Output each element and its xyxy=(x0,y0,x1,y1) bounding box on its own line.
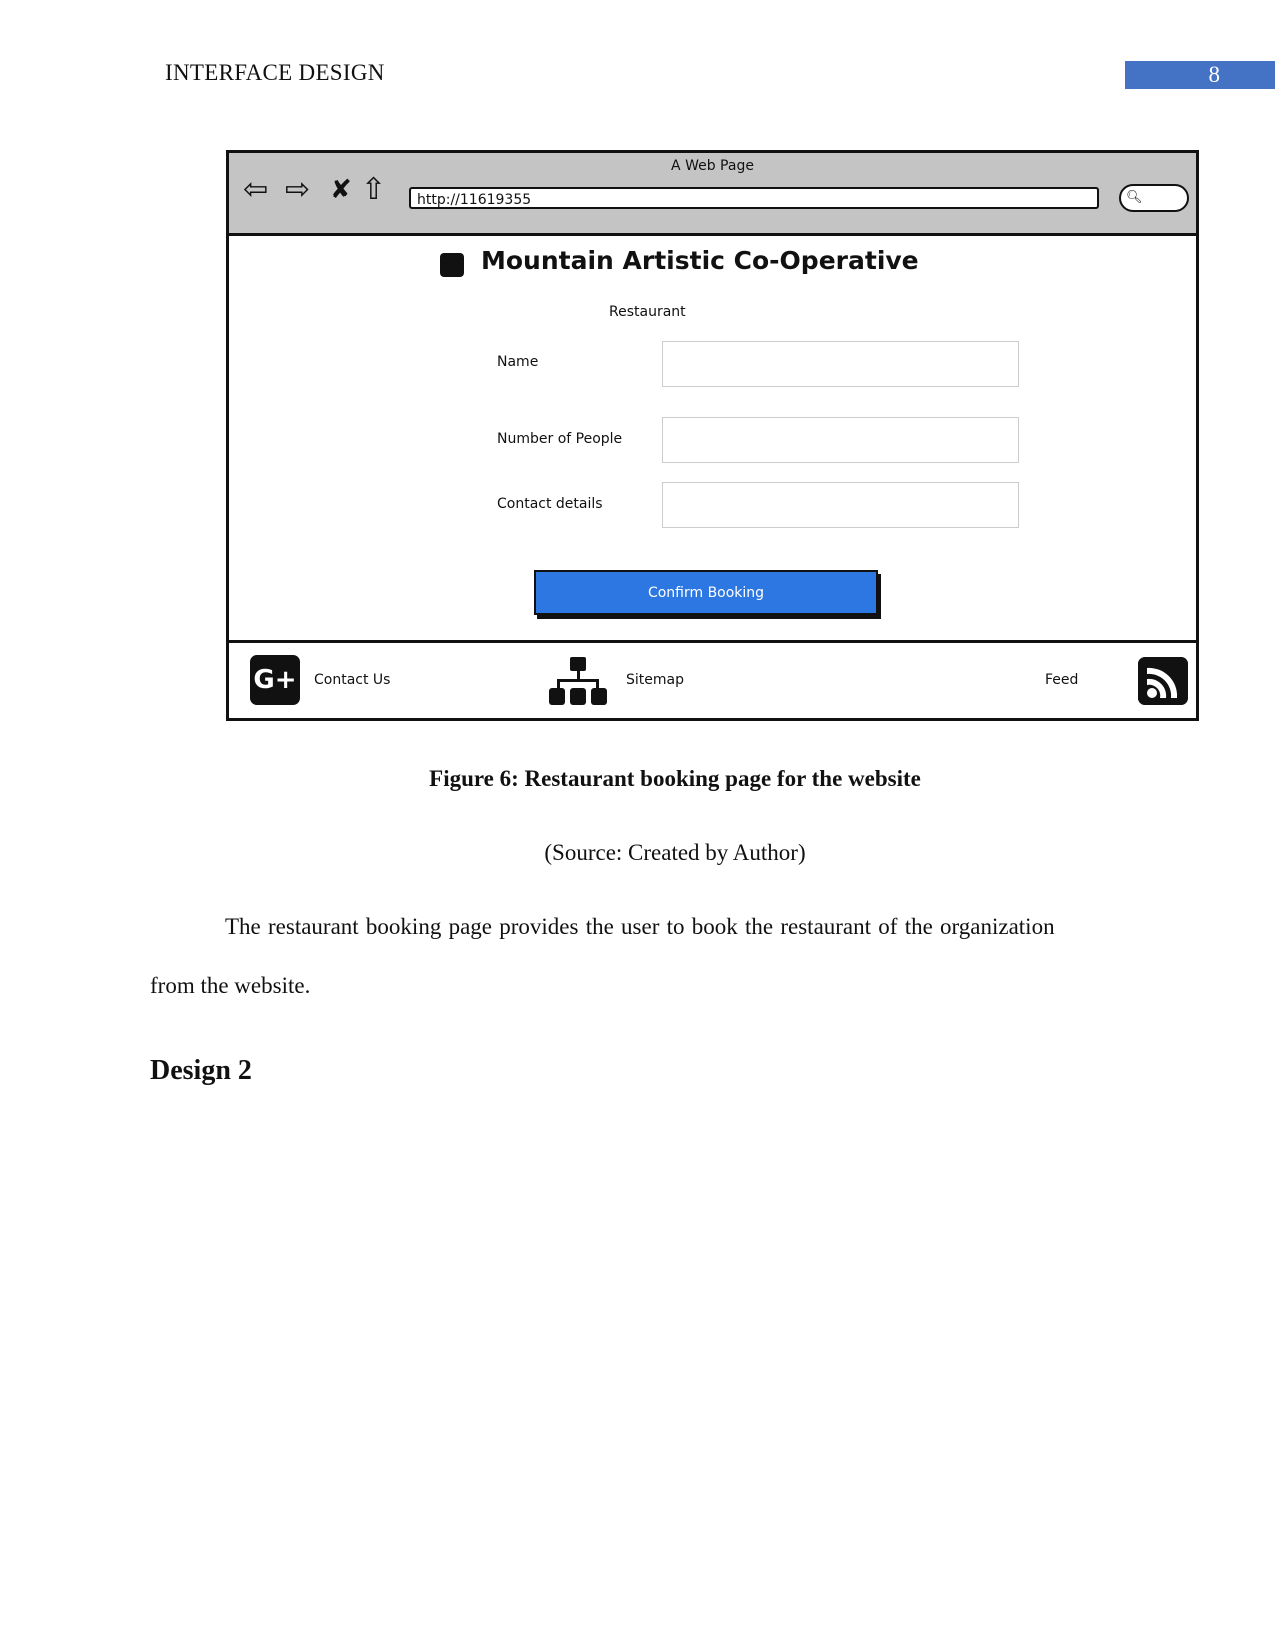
forward-icon[interactable]: ⇨ xyxy=(285,175,310,205)
name-label: Name xyxy=(497,354,539,370)
back-icon[interactable]: ⇦ xyxy=(243,175,268,205)
wireframe-figure: A Web Page ⇦ ⇨ ✘ ⇧ http://11619355 🔍︎ Mo… xyxy=(226,150,1199,721)
contact-label: Contact details xyxy=(497,496,603,512)
sitemap-icon[interactable] xyxy=(549,657,607,707)
body-paragraph: The restaurant booking page provides the… xyxy=(225,914,1055,939)
logo-icon xyxy=(440,253,464,277)
browser-toolbar: A Web Page ⇦ ⇨ ✘ ⇧ http://11619355 🔍︎ xyxy=(229,153,1196,236)
contact-us-link[interactable]: Contact Us xyxy=(314,672,390,688)
people-label: Number of People xyxy=(497,431,623,447)
contact-input[interactable] xyxy=(662,482,1019,528)
running-header: INTERFACE DESIGN xyxy=(165,60,385,85)
document-page: INTERFACE DESIGN 8 A Web Page ⇦ ⇨ ✘ ⇧ ht… xyxy=(0,0,1275,1651)
section-heading: Design 2 xyxy=(150,1055,252,1086)
body-paragraph-continued: from the website. xyxy=(150,973,311,998)
url-bar[interactable]: http://11619355 xyxy=(409,187,1099,209)
figure-source: (Source: Created by Author) xyxy=(544,840,806,865)
feed-link[interactable]: Feed xyxy=(1045,672,1078,688)
home-icon[interactable]: ⇧ xyxy=(361,175,386,205)
sitemap-link[interactable]: Sitemap xyxy=(626,672,684,688)
section-label: Restaurant xyxy=(609,304,686,320)
name-input[interactable] xyxy=(662,341,1019,387)
rss-feed-icon[interactable] xyxy=(1138,657,1188,705)
site-footer: G+ Contact Us Sitemap Feed xyxy=(229,640,1196,718)
search-icon: 🔍︎ xyxy=(1126,190,1143,205)
people-input[interactable] xyxy=(662,417,1019,463)
search-field[interactable]: 🔍︎ xyxy=(1119,184,1189,212)
confirm-booking-button[interactable]: Confirm Booking xyxy=(534,570,878,615)
page-number: 8 xyxy=(1125,61,1275,89)
site-title: Mountain Artistic Co-Operative xyxy=(481,246,919,275)
figure-caption: Figure 6: Restaurant booking page for th… xyxy=(429,766,921,791)
google-plus-icon[interactable]: G+ xyxy=(250,655,300,705)
close-icon[interactable]: ✘ xyxy=(330,175,352,205)
